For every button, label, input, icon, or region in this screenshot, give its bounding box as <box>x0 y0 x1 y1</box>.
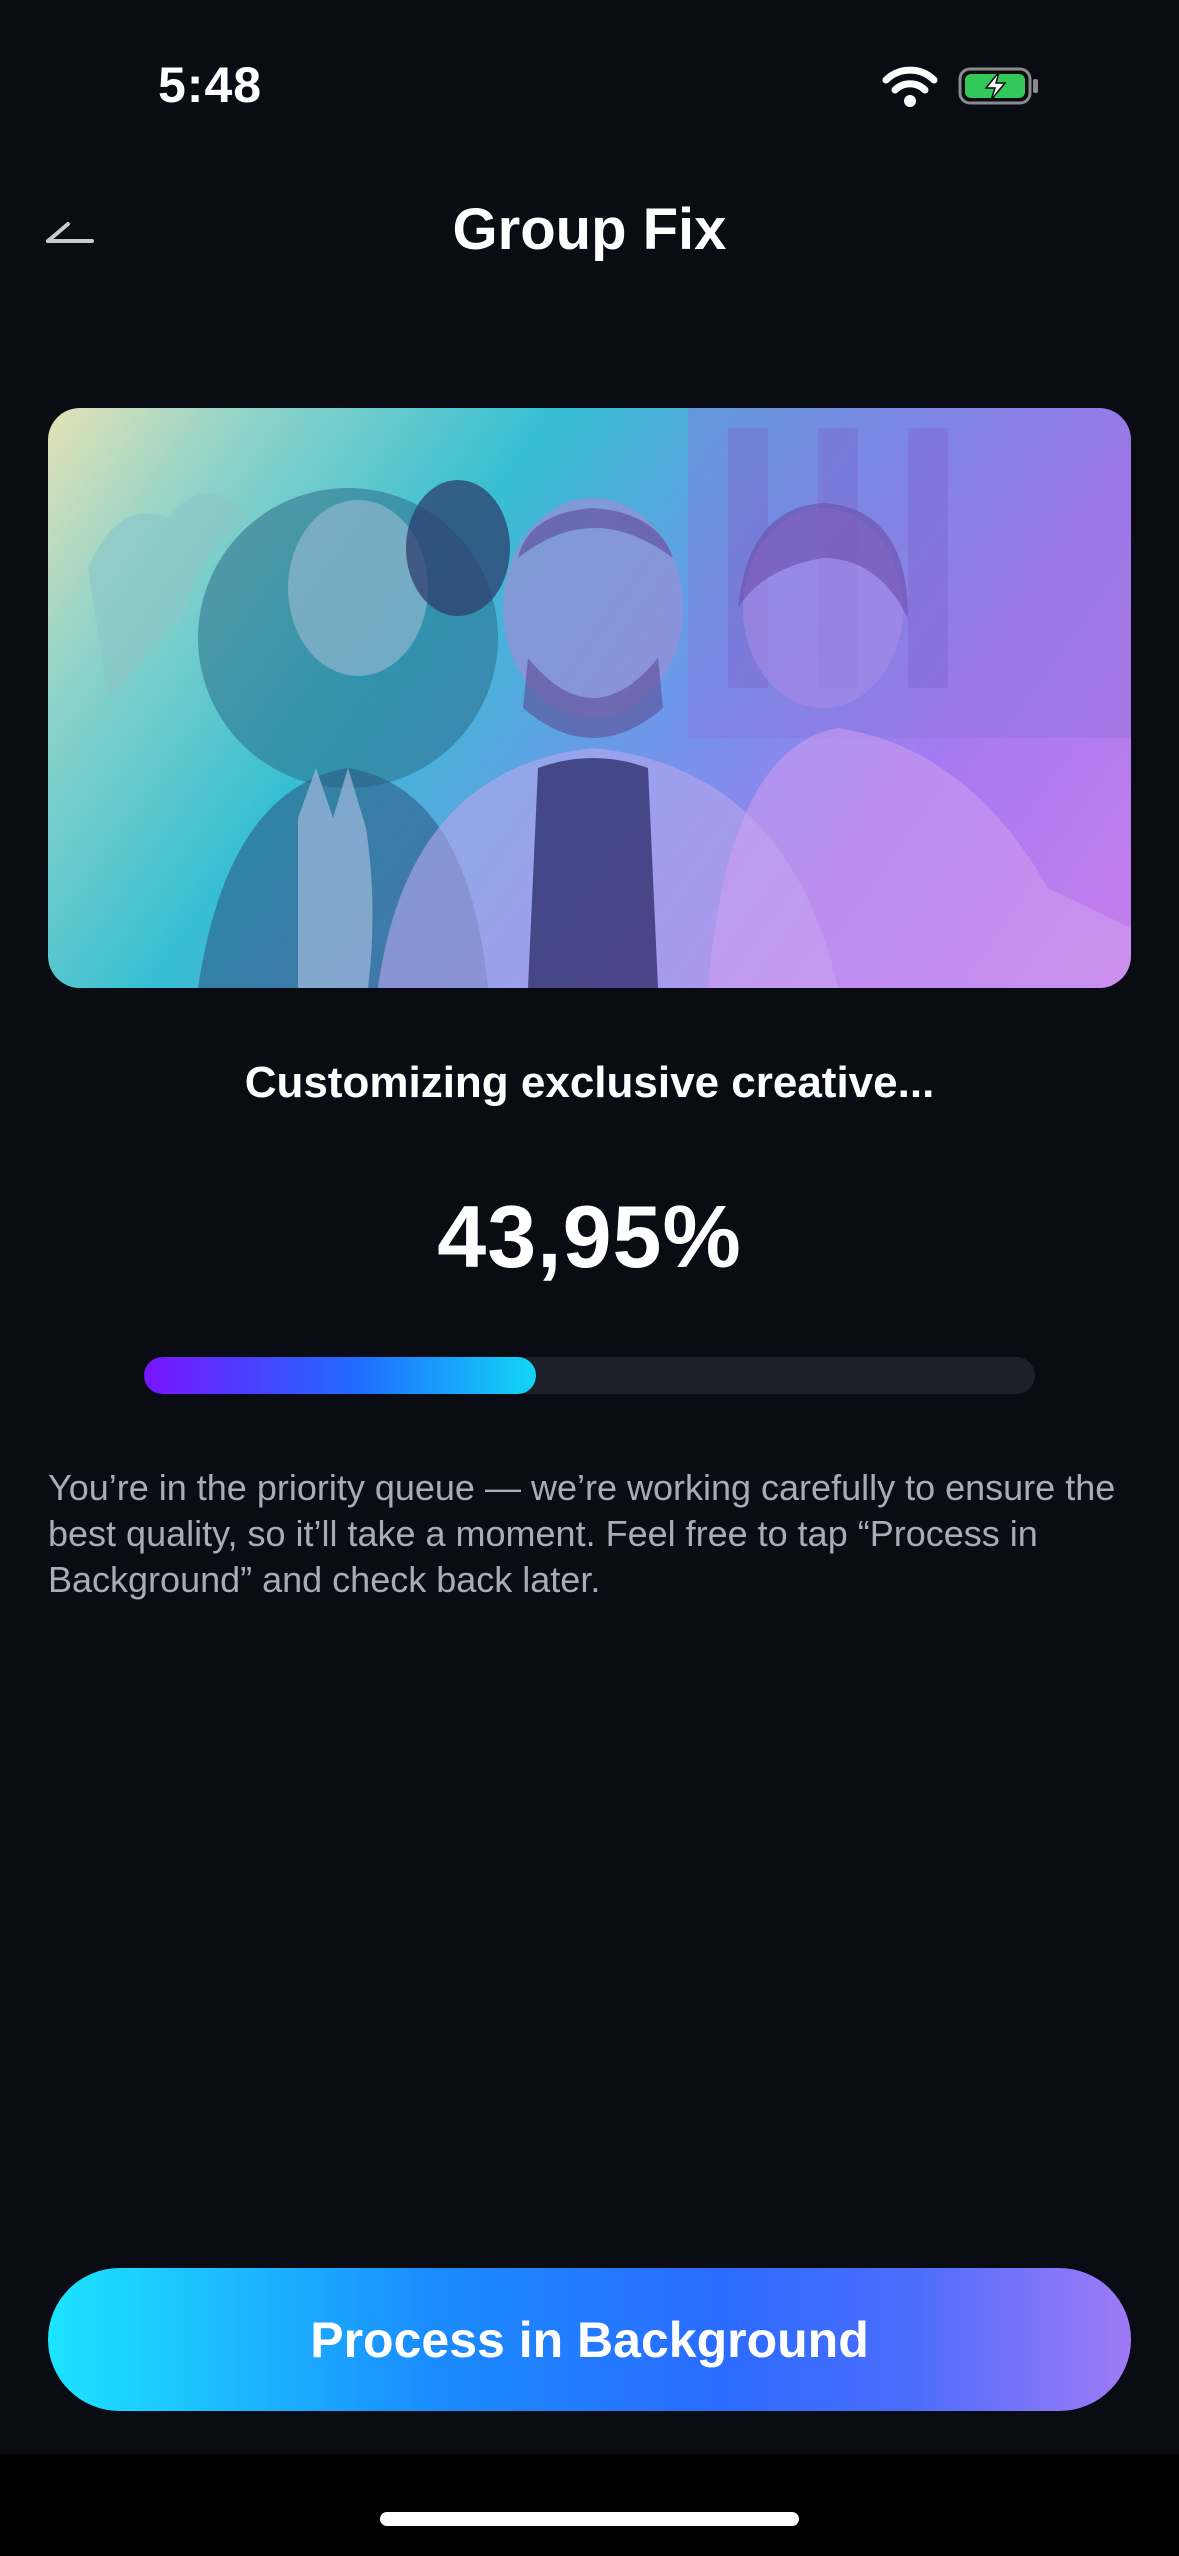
status-time: 5:48 <box>158 57 263 113</box>
screen: 5:48 Group Fix Customizing exclusive cre… <box>0 0 1179 2556</box>
progress-bar-fill <box>144 1357 536 1394</box>
home-indicator[interactable] <box>380 2512 799 2526</box>
wifi-icon <box>882 66 938 107</box>
process-in-background-label: Process in Background <box>310 2311 869 2368</box>
battery-charging-icon <box>958 67 1038 105</box>
process-in-background-button[interactable]: Process in Background <box>48 2268 1131 2411</box>
page-title: Group Fix <box>452 197 727 262</box>
queue-description: You’re in the priority queue — we’re wor… <box>48 1467 1116 1600</box>
progress-bar <box>144 1357 1035 1394</box>
preview-image <box>48 408 1131 988</box>
progress-status-text: Customizing exclusive creative... <box>244 1058 935 1107</box>
group-selfie-photo <box>88 408 1131 988</box>
progress-percent: 43,95% <box>437 1187 742 1286</box>
bottom-safe-area <box>0 2454 1179 2556</box>
